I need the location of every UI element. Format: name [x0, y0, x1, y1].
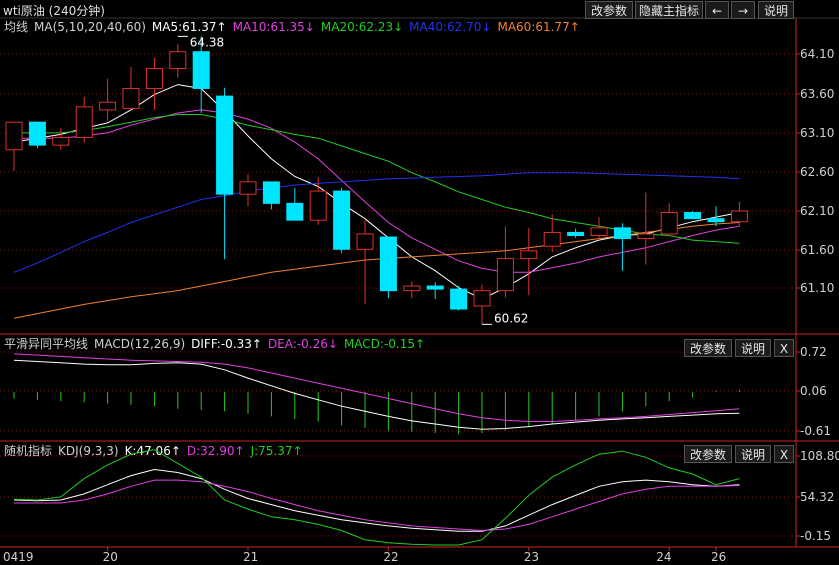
xtick-label-0: 0419 — [3, 550, 34, 564]
kdj-line-1 — [14, 479, 740, 532]
ma-line-0 — [13, 84, 740, 300]
hide-indicator-button[interactable]: 隐藏主指标 — [635, 1, 703, 19]
candle-body-29 — [684, 212, 702, 220]
candle-body-23 — [543, 231, 561, 247]
candle-body-14 — [333, 190, 351, 250]
macd-legend-2: DIFF:-0.33↑ — [191, 337, 262, 351]
window-title: wti原油 (240分钟) — [3, 4, 105, 18]
main-legend-1: MA(5,10,20,40,60) — [34, 20, 146, 34]
main-ytick-label-4: 62.10 — [800, 204, 834, 218]
macd-legend-4: MACD:-0.15↑ — [344, 337, 425, 351]
macd-legend-1: MACD(12,26,9) — [94, 337, 185, 351]
main-legend-4: MA20:62.23↓ — [321, 20, 403, 34]
main-ytick-label-3: 62.60 — [800, 165, 834, 179]
candle-body-10 — [239, 181, 257, 195]
candle-body-11 — [262, 181, 280, 204]
candle-body-3 — [75, 106, 93, 138]
macd-ytick-label-0: 0.72 — [800, 345, 827, 359]
candle-body-28 — [660, 212, 678, 235]
macd-params-button[interactable]: 改参数 — [684, 339, 732, 357]
main-legend-3: MA10:61.35↓ — [233, 20, 315, 34]
main-legend-6: MA60:61.77↑ — [497, 20, 579, 34]
annotation-label-1: 60.62 — [494, 311, 528, 325]
candle-body-30 — [707, 218, 725, 223]
params-button[interactable]: 改参数 — [585, 1, 633, 19]
main-ytick-label-1: 63.60 — [800, 87, 834, 101]
candle-body-0 — [5, 121, 23, 151]
main-ytick-label-6: 61.10 — [800, 281, 834, 295]
scroll-right-button[interactable]: → — [731, 1, 755, 19]
candle-body-27 — [637, 233, 655, 240]
ma-line-1 — [14, 109, 740, 273]
candle-body-24 — [567, 231, 585, 237]
xtick-label-2: 21 — [243, 550, 258, 564]
main-ytick-label-2: 63.10 — [800, 126, 834, 140]
xtick-label-4: 23 — [524, 550, 539, 564]
candle-body-17 — [403, 285, 421, 292]
candle-body-21 — [496, 257, 514, 292]
main-legend-5: MA40:62.70↓ — [409, 20, 491, 34]
ma-line-3 — [13, 172, 740, 273]
xtick-label-5: 24 — [656, 550, 671, 564]
macd-legend-0: 平滑异同平均线 — [4, 337, 88, 351]
candle-body-5 — [122, 87, 140, 109]
candle-body-13 — [309, 190, 327, 221]
xtick-label-1: 20 — [103, 550, 118, 564]
macd-legend-3: DEA:-0.26↓ — [268, 337, 338, 351]
macd-close-button[interactable]: X — [774, 339, 794, 357]
scroll-left-button[interactable]: ← — [705, 1, 729, 19]
candle-body-9 — [216, 95, 234, 195]
macd-line-0 — [13, 359, 740, 430]
candle-body-22 — [520, 250, 538, 259]
candle-body-6 — [145, 68, 163, 89]
kdj-close-button[interactable]: X — [774, 445, 794, 463]
macd-ytick-label-1: 0.06 — [800, 384, 827, 398]
main-ytick-label-5: 61.60 — [800, 243, 834, 257]
candle-body-31 — [730, 210, 748, 223]
candle-body-26 — [613, 227, 631, 240]
main-legend-0: 均线 — [4, 20, 28, 34]
annotation-label-0: 64.38 — [190, 35, 224, 49]
candle-body-16 — [379, 236, 397, 292]
macd-help-button[interactable]: 说明 — [735, 339, 771, 357]
xtick-label-3: 22 — [383, 550, 398, 564]
candle-body-4 — [99, 101, 117, 111]
kdj-line-0 — [13, 468, 740, 532]
xtick-label-6: 26 — [711, 550, 726, 564]
main-legend-2: MA5:61.37↑ — [152, 20, 227, 34]
candle-body-1 — [28, 121, 46, 146]
main-ytick-label-0: 64.10 — [800, 47, 834, 61]
candle-body-20 — [473, 290, 491, 307]
kdj-legend-3: D:32.90↑ — [187, 444, 245, 458]
kdj-params-button[interactable]: 改参数 — [684, 445, 732, 463]
candle-body-12 — [286, 202, 304, 221]
macd-ytick-label-2: -0.61 — [800, 424, 831, 438]
candle-body-8 — [192, 51, 210, 89]
candle-body-7 — [169, 51, 187, 70]
candle-body-15 — [356, 233, 374, 250]
candle-body-2 — [52, 136, 70, 146]
kdj-ytick-label-1: 54.32 — [800, 490, 834, 504]
candle-body-25 — [590, 227, 608, 237]
candle-body-19 — [450, 288, 468, 310]
ma-line-2 — [14, 114, 740, 244]
kdj-ytick-label-2: -0.15 — [800, 529, 831, 543]
chart-canvas: 均线 MA(5,10,20,40,60) MA5:61.37↑ MA10:61.35↓… — [0, 17, 839, 564]
candle-body-18 — [426, 285, 444, 290]
help-button[interactable]: 说明 — [758, 1, 794, 19]
kdj-ytick-label-0: 108.80 — [800, 449, 839, 463]
kdj-help-button[interactable]: 说明 — [735, 445, 771, 463]
macd-line-1 — [13, 353, 740, 422]
